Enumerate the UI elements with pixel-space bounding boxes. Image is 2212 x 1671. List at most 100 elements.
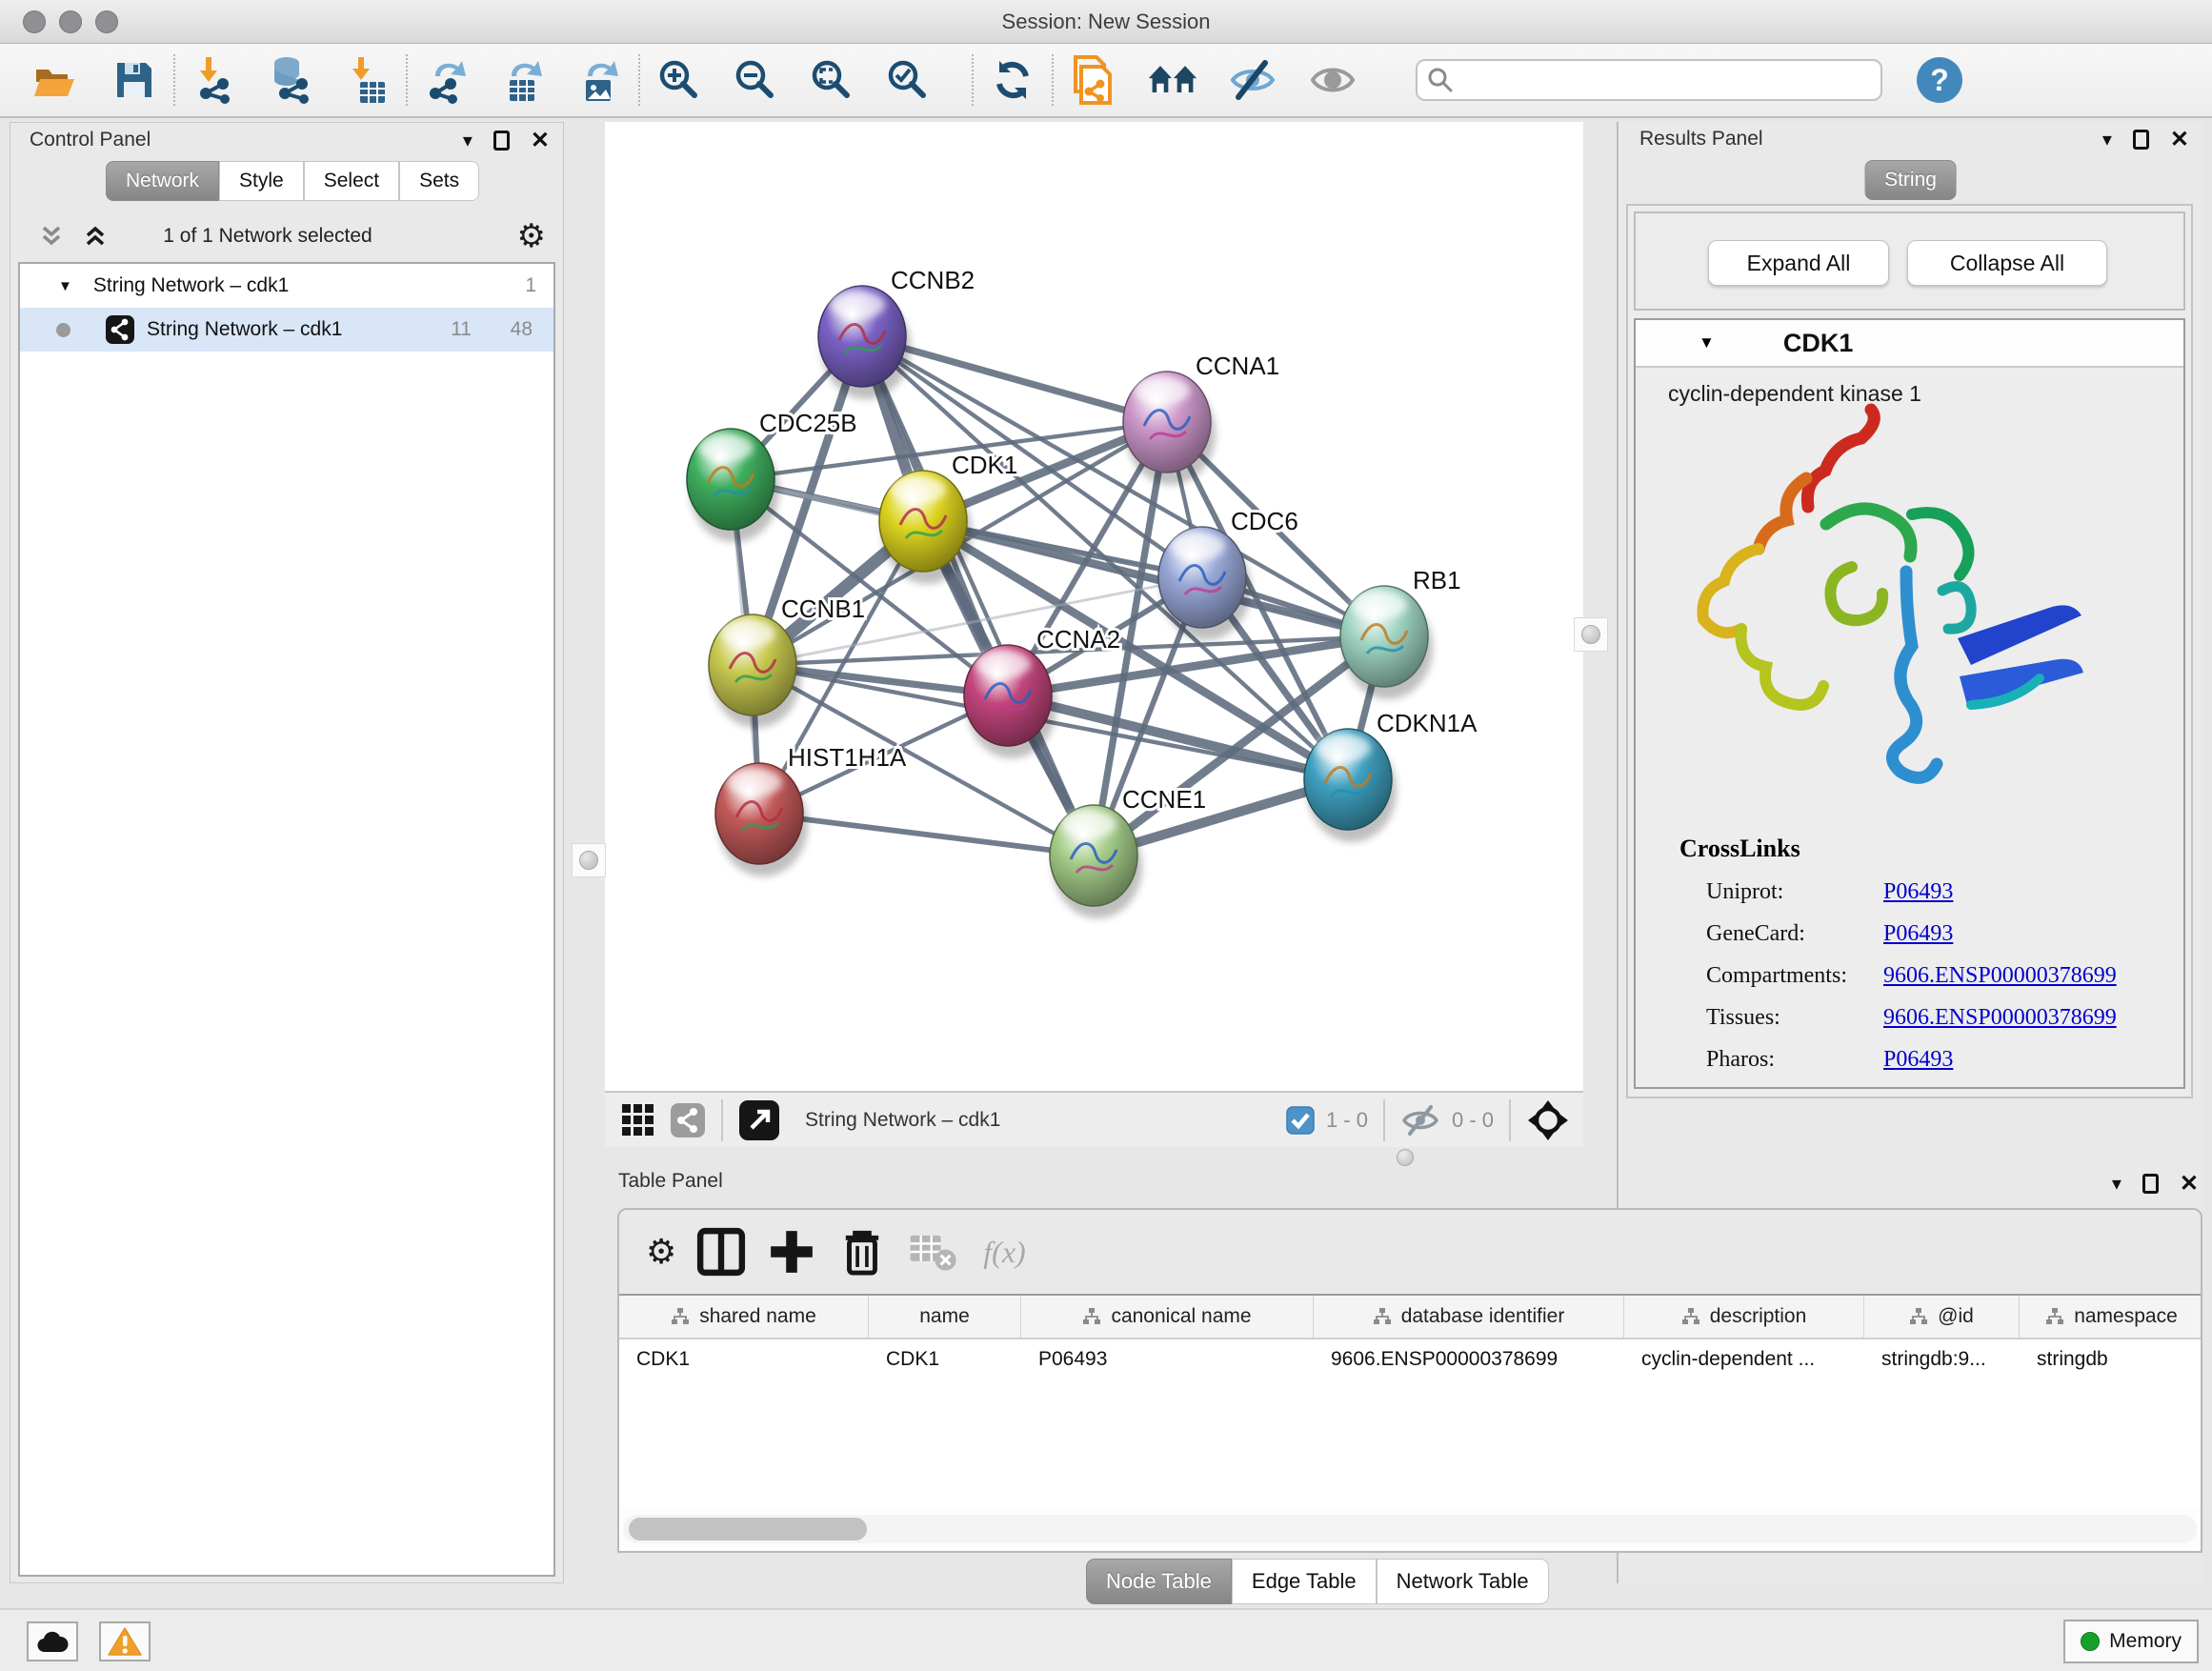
- birds-eye-view-icon[interactable]: [738, 1099, 780, 1141]
- export-network-button[interactable]: [421, 54, 473, 106]
- tab-sets[interactable]: Sets: [399, 161, 479, 201]
- help-button[interactable]: ?: [1917, 57, 1962, 103]
- zoom-out-button[interactable]: [730, 54, 781, 106]
- close-window-button[interactable]: [23, 10, 46, 33]
- network-node-hist1h1a[interactable]: HIST1H1A: [715, 743, 907, 876]
- left-splitter-handle[interactable]: [572, 843, 606, 877]
- zoom-in-button[interactable]: [654, 54, 705, 106]
- function-builder-icon[interactable]: f(x): [983, 1235, 1025, 1270]
- string-home-button[interactable]: [1147, 54, 1198, 106]
- tab-network[interactable]: Network: [106, 161, 219, 201]
- tab-style[interactable]: Style: [219, 161, 304, 201]
- network-node-rb1[interactable]: RB1: [1340, 566, 1461, 699]
- collapse-all-button[interactable]: Collapse All: [1907, 240, 2107, 286]
- column-header-shared-name[interactable]: shared name: [619, 1296, 869, 1338]
- zoom-selected-icon: [883, 55, 933, 105]
- table-options-gear-icon[interactable]: ⚙: [646, 1232, 676, 1272]
- create-column-plus-icon[interactable]: [766, 1226, 817, 1278]
- tab-network-table[interactable]: Network Table: [1377, 1559, 1549, 1604]
- cell-description[interactable]: cyclin-dependent ...: [1624, 1339, 1864, 1379]
- delete-table-icon[interactable]: [907, 1226, 958, 1278]
- network-node-ccnb2[interactable]: CCNB2: [818, 266, 975, 399]
- selected-checkbox-icon[interactable]: [1286, 1106, 1315, 1135]
- node-table[interactable]: shared namenamecanonical namedatabase id…: [619, 1294, 2201, 1507]
- column-header-namespace[interactable]: namespace: [2020, 1296, 2201, 1338]
- scrollbar-thumb[interactable]: [629, 1518, 867, 1540]
- right-splitter-handle[interactable]: [1574, 617, 1608, 652]
- network-list-icon[interactable]: [670, 1102, 706, 1138]
- crosslink-link[interactable]: P06493: [1883, 921, 1953, 947]
- panel-collapse-icon[interactable]: ▾: [463, 129, 473, 152]
- show-all-button[interactable]: [1307, 54, 1358, 106]
- cell-namespace[interactable]: stringdb: [2020, 1339, 2201, 1379]
- network-collection-row[interactable]: ▼ String Network – cdk1 1: [20, 264, 553, 308]
- export-table-button[interactable]: [497, 54, 549, 106]
- import-network-from-file-button[interactable]: [189, 54, 240, 106]
- table-row[interactable]: CDK1CDK1P064939606.ENSP00000378699cyclin…: [619, 1339, 2201, 1379]
- cell--id[interactable]: stringdb:9...: [1864, 1339, 2020, 1379]
- update-network-button[interactable]: [987, 54, 1038, 106]
- open-session-button[interactable]: [29, 54, 80, 106]
- crosslink-link[interactable]: 9606.ENSP00000378699: [1883, 1005, 2117, 1031]
- tab-select[interactable]: Select: [304, 161, 399, 201]
- column-header-description[interactable]: description: [1624, 1296, 1864, 1338]
- network-view-canvas[interactable]: CCNB2CCNA1CDC25BCDK1CDC6RB1CCNB1CCNA2CDK…: [605, 122, 1583, 1091]
- cloud-status-button[interactable]: [27, 1621, 78, 1661]
- panel-close-icon[interactable]: ✕: [2170, 126, 2189, 153]
- minimize-window-button[interactable]: [59, 10, 82, 33]
- panel-close-icon[interactable]: ✕: [2180, 1170, 2199, 1198]
- fit-content-button[interactable]: [806, 54, 857, 106]
- current-network-name: String Network – cdk1: [805, 1109, 1000, 1132]
- cell-name[interactable]: CDK1: [869, 1339, 1021, 1379]
- cell-shared-name[interactable]: CDK1: [619, 1339, 869, 1379]
- export-image-button[interactable]: [573, 54, 625, 106]
- network-row-selected[interactable]: String Network – cdk1 11 48: [20, 308, 553, 352]
- search-input[interactable]: [1416, 59, 1882, 101]
- network-node-ccna1[interactable]: CCNA1: [1123, 352, 1279, 485]
- section-expander-icon[interactable]: ▼: [1699, 333, 1715, 352]
- tab-edge-table[interactable]: Edge Table: [1232, 1559, 1377, 1604]
- panel-float-icon[interactable]: [493, 131, 510, 151]
- memory-button[interactable]: Memory: [2063, 1620, 2199, 1663]
- node-result-header[interactable]: ▼ CDK1: [1636, 320, 2183, 368]
- warnings-button[interactable]: [99, 1621, 151, 1661]
- import-network-from-database-button[interactable]: [265, 54, 316, 106]
- grid-view-icon[interactable]: [620, 1102, 656, 1138]
- panel-collapse-icon[interactable]: ▾: [2112, 1172, 2122, 1196]
- tree-expander-icon[interactable]: ▼: [58, 278, 72, 294]
- column-header--id[interactable]: @id: [1864, 1296, 2020, 1338]
- network-node-cdc25b[interactable]: CDC25B: [687, 409, 857, 542]
- panel-float-icon[interactable]: [2142, 1174, 2159, 1194]
- panel-float-icon[interactable]: [2133, 130, 2149, 150]
- show-columns-icon[interactable]: [695, 1226, 747, 1278]
- cell-canonical-name[interactable]: P06493: [1021, 1339, 1314, 1379]
- shared-column-icon: [1082, 1307, 1101, 1326]
- panel-collapse-icon[interactable]: ▾: [2102, 128, 2112, 151]
- crosslink-link[interactable]: P06493: [1883, 1047, 1953, 1073]
- cell-database-identifier[interactable]: 9606.ENSP00000378699: [1314, 1339, 1624, 1379]
- crosslink-link[interactable]: P06493: [1883, 879, 1953, 905]
- hide-selected-button[interactable]: [1227, 54, 1278, 106]
- import-table-from-file-button[interactable]: [341, 54, 392, 106]
- network-edge[interactable]: [759, 814, 1094, 856]
- column-header-name[interactable]: name: [869, 1296, 1021, 1338]
- column-header-database-identifier[interactable]: database identifier: [1314, 1296, 1624, 1338]
- node-label: CCNA1: [1196, 352, 1279, 380]
- navigate-crosshair-icon[interactable]: [1526, 1098, 1570, 1142]
- network-graph[interactable]: CCNB2CCNA1CDC25BCDK1CDC6RB1CCNB1CCNA2CDK…: [605, 122, 1583, 1091]
- save-session-button[interactable]: [109, 54, 160, 106]
- network-node-cdkn1a[interactable]: CDKN1A: [1304, 709, 1478, 842]
- zoom-selected-button[interactable]: [882, 54, 934, 106]
- tab-node-table[interactable]: Node Table: [1086, 1559, 1232, 1604]
- table-horizontal-scrollbar[interactable]: [623, 1515, 2197, 1543]
- clone-network-button[interactable]: [1067, 54, 1118, 106]
- crosslink-link[interactable]: 9606.ENSP00000378699: [1883, 963, 2117, 989]
- expand-all-button[interactable]: Expand All: [1708, 240, 1889, 286]
- delete-column-trash-icon[interactable]: [836, 1226, 888, 1278]
- tab-string[interactable]: String: [1864, 160, 1957, 200]
- network-options-gear-icon[interactable]: ⚙: [517, 220, 546, 252]
- zoom-window-button[interactable]: [95, 10, 118, 33]
- panel-close-icon[interactable]: ✕: [531, 127, 550, 154]
- column-header-canonical-name[interactable]: canonical name: [1021, 1296, 1314, 1338]
- fit-content-icon: [807, 55, 856, 105]
